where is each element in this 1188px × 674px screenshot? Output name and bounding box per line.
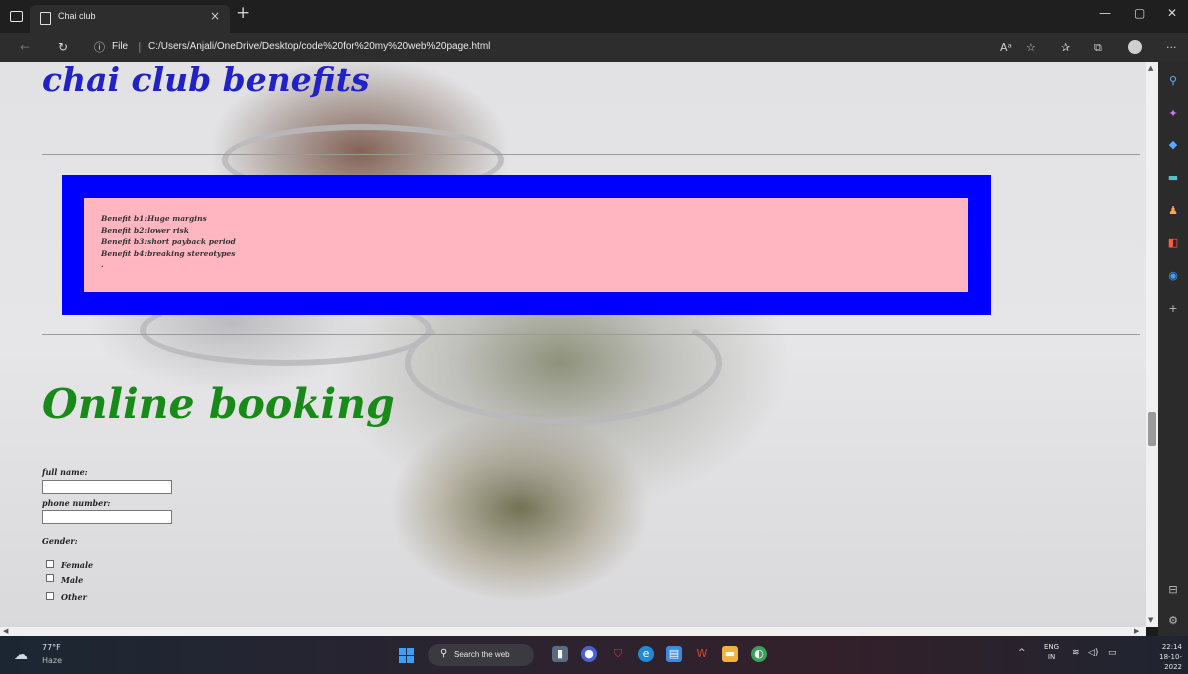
tag-icon[interactable]: ◆	[1166, 138, 1180, 152]
female-label: Female	[61, 560, 94, 570]
url-text[interactable]: C:/Users/Anjali/OneDrive/Desktop/code%20…	[148, 41, 490, 52]
divider-bottom	[42, 334, 1140, 335]
back-arrow-icon[interactable]: ←	[20, 40, 30, 54]
title-bar: Chai club × + — ▢ ✕	[0, 0, 1188, 33]
search-icon[interactable]: ⚲	[1166, 74, 1180, 88]
mcafee-icon[interactable]: ⛉	[610, 646, 626, 662]
new-tab-button[interactable]: +	[236, 3, 250, 23]
restore-button[interactable]: ▢	[1134, 6, 1145, 20]
url-scheme: File	[112, 41, 129, 52]
male-checkbox[interactable]	[46, 574, 54, 582]
url-separator: |	[138, 40, 142, 53]
collections-icon[interactable]: ⧉	[1094, 41, 1102, 55]
weather-icon[interactable]: ☁	[14, 647, 28, 663]
minimize-button[interactable]: —	[1099, 6, 1111, 20]
task-view-icon[interactable]: ▮	[552, 646, 568, 662]
clock-date: 18-10-2022	[1159, 653, 1182, 671]
gender-label: Gender:	[42, 536, 78, 546]
scroll-thumb[interactable]	[1148, 412, 1156, 446]
benefits-box: Benefit b1:Huge margins Benefit b2:lower…	[62, 175, 991, 315]
phone-label: phone number:	[42, 498, 111, 508]
language-code: ENG	[1044, 643, 1060, 651]
search-icon: ⚲	[440, 648, 448, 659]
vertical-scrollbar[interactable]: ▲ ▼	[1146, 62, 1158, 627]
add-icon[interactable]: +	[1166, 302, 1180, 316]
booking-heading: Online booking	[42, 380, 395, 428]
wifi-icon[interactable]: ≋	[1072, 648, 1080, 658]
male-label: Male	[61, 575, 84, 585]
read-aloud-icon[interactable]: Aᵃ	[1000, 41, 1012, 54]
full-name-input[interactable]	[42, 480, 172, 494]
tab-title: Chai club	[58, 11, 96, 21]
full-name-label: full name:	[42, 467, 88, 477]
windows-start-icon[interactable]	[399, 648, 414, 663]
language-indicator[interactable]: ENG IN	[1044, 642, 1059, 662]
games-icon[interactable]: ♟	[1166, 204, 1180, 218]
close-window-button[interactable]: ✕	[1167, 6, 1177, 20]
chrome-icon[interactable]: ◐	[751, 646, 767, 662]
page-icon	[40, 12, 51, 25]
outlook-icon[interactable]: ◉	[1166, 269, 1180, 283]
settings-icon[interactable]: ⚙	[1166, 614, 1180, 628]
benefit-item: Benefit b3:short payback period	[101, 237, 236, 246]
refresh-icon[interactable]: ↻	[58, 40, 68, 54]
favorites-add-icon[interactable]: ☆	[1026, 41, 1036, 54]
language-region: IN	[1047, 653, 1056, 661]
tab-actions-icon[interactable]	[10, 11, 23, 22]
office-icon[interactable]: ◧	[1166, 236, 1180, 250]
sparkle-icon[interactable]: ✦	[1166, 107, 1180, 121]
weather-temperature[interactable]: 77°F	[42, 643, 61, 652]
clock[interactable]: 22:14 18-10-2022	[1146, 642, 1182, 672]
site-info-icon[interactable]: ⓘ	[94, 39, 105, 55]
other-checkbox[interactable]	[46, 592, 54, 600]
close-tab-icon[interactable]: ×	[210, 9, 220, 23]
store-icon[interactable]: ▤	[666, 646, 682, 662]
toolbox-icon[interactable]: ▬	[1166, 171, 1180, 185]
other-label: Other	[61, 592, 87, 602]
browser-tab[interactable]: Chai club ×	[30, 5, 230, 33]
favorites-icon[interactable]: ✰	[1061, 41, 1070, 54]
scroll-left-icon[interactable]: ◀	[3, 627, 8, 635]
divider-top	[42, 154, 1140, 155]
background-tin-right	[405, 302, 722, 424]
chat-icon[interactable]: ●	[581, 646, 597, 662]
file-explorer-icon[interactable]: ▬	[722, 646, 738, 662]
female-checkbox[interactable]	[46, 560, 54, 568]
benefits-panel: Benefit b1:Huge margins Benefit b2:lower…	[84, 198, 968, 292]
weather-description[interactable]: Haze	[42, 656, 62, 665]
taskbar-search-placeholder: Search the web	[454, 650, 510, 659]
taskbar: ☁ 77°F Haze ⚲ Search the web ▮ ● ⛉ e ▤ W…	[0, 636, 1188, 674]
profile-icon[interactable]	[1128, 40, 1142, 54]
benefit-item: Benefit b2:lower risk	[101, 225, 189, 235]
benefit-item: Benefit b1:Huge margins	[101, 214, 207, 223]
benefit-item: .	[101, 260, 104, 269]
benefits-heading: chai club benefits	[42, 62, 370, 99]
scroll-up-icon[interactable]: ▲	[1148, 64, 1153, 72]
office-icon[interactable]: W	[694, 646, 710, 662]
tray-overflow-icon[interactable]: ^	[1018, 648, 1026, 658]
clock-time: 22:14	[1161, 643, 1182, 651]
volume-icon[interactable]: ◁)	[1088, 648, 1098, 658]
phone-input[interactable]	[42, 510, 172, 524]
page-viewport: chai club benefits Benefit b1:Huge margi…	[0, 62, 1146, 627]
edge-sidebar: ⚲ ✦ ◆ ▬ ♟ ◧ ◉ + ⊟ ⚙	[1158, 62, 1188, 636]
horizontal-scrollbar[interactable]: ◀ ▶	[0, 627, 1146, 636]
split-screen-icon[interactable]: ⊟	[1166, 583, 1180, 597]
scroll-right-icon[interactable]: ▶	[1134, 627, 1139, 635]
url-field[interactable]: ⓘ File | C:/Users/Anjali/OneDrive/Deskto…	[86, 37, 966, 57]
scroll-down-icon[interactable]: ▼	[1148, 616, 1153, 624]
more-icon[interactable]: ···	[1166, 41, 1177, 54]
benefits-list: Benefit b1:Huge margins Benefit b2:lower…	[101, 213, 236, 271]
edge-icon[interactable]: e	[638, 646, 654, 662]
benefit-item: Benefit b4:breaking stereotypes	[101, 248, 236, 258]
address-bar: ← ↻ ⓘ File | C:/Users/Anjali/OneDrive/De…	[0, 33, 1188, 62]
battery-icon[interactable]: ▭	[1108, 648, 1117, 658]
taskbar-search-box[interactable]: ⚲ Search the web	[428, 644, 534, 666]
